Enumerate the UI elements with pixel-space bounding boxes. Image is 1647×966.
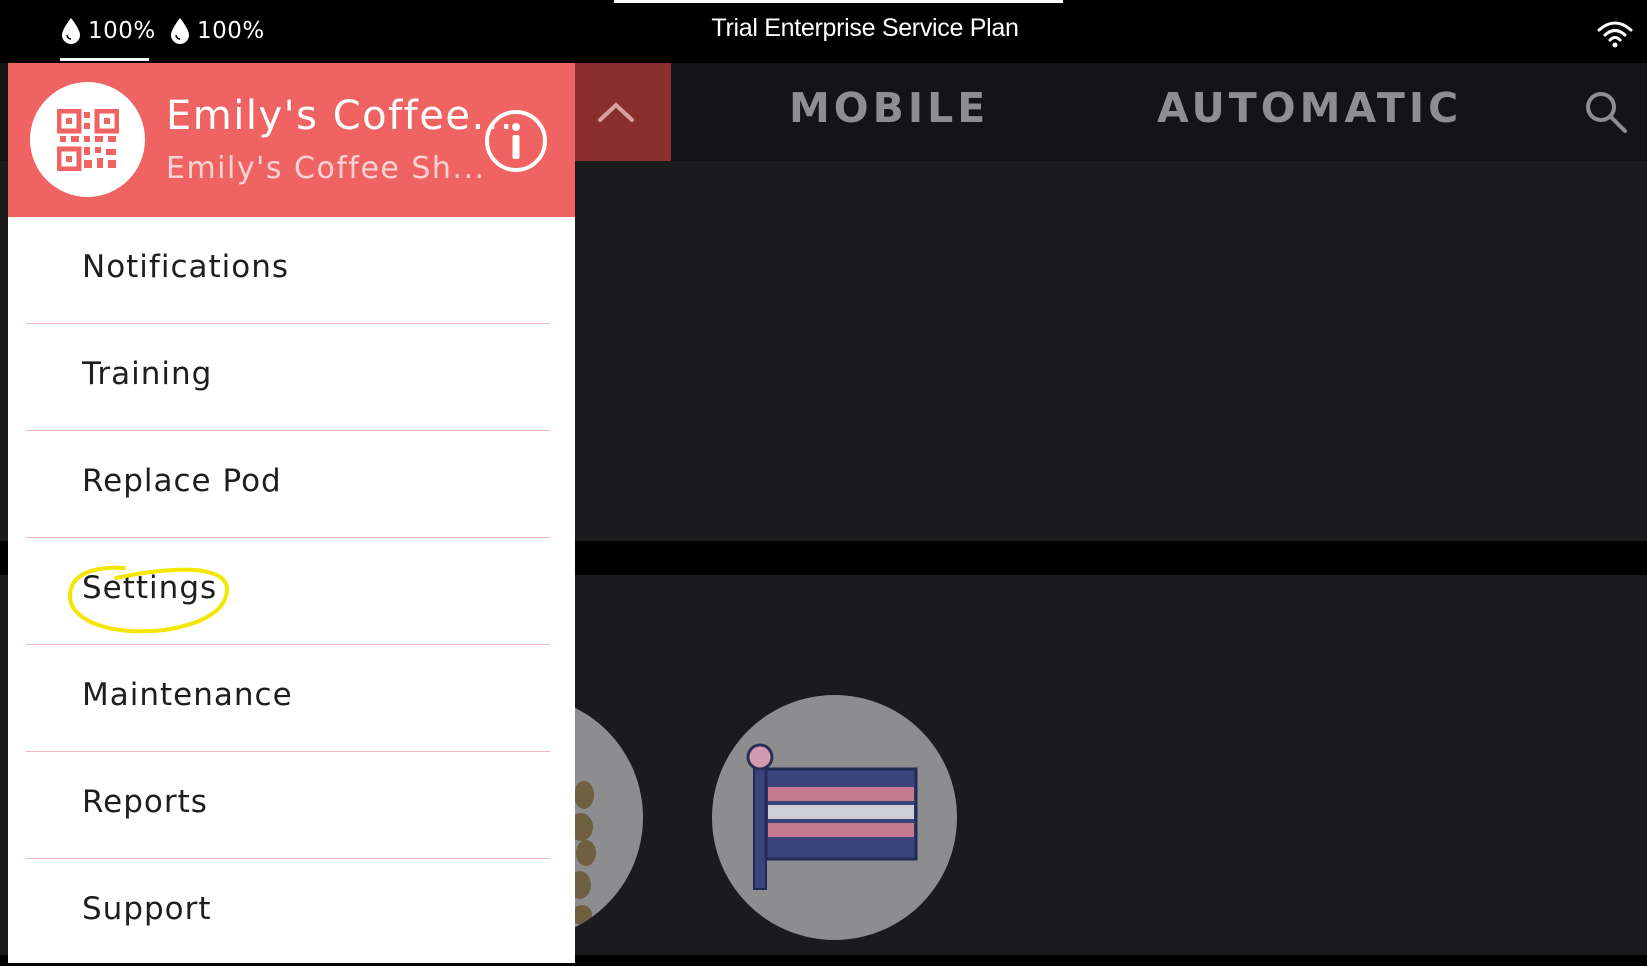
menu-item-label: Settings	[82, 570, 218, 606]
water-drop-icon	[171, 18, 189, 44]
fill-level-2[interactable]: 100%	[169, 16, 265, 46]
menu-item-maintenance[interactable]: Maintenance	[8, 645, 575, 752]
qr-code-icon	[56, 108, 119, 171]
menu-item-replace-pod[interactable]: Replace Pod	[8, 431, 575, 538]
drink-tile[interactable]	[712, 695, 957, 940]
wifi-icon	[1597, 21, 1633, 48]
menu-item-label: Reports	[82, 784, 208, 820]
menu-item-training[interactable]: Training	[8, 324, 575, 431]
account-name: Emily's Coffee...	[166, 93, 515, 139]
avatar	[30, 82, 145, 197]
info-icon[interactable]	[483, 108, 549, 174]
menu-item-label: Replace Pod	[82, 463, 282, 499]
flag-icon	[746, 743, 918, 890]
status-bar: 100% 100% Trial Enterprise Service Plan	[0, 0, 1647, 63]
account-header[interactable]: Emily's Coffee... Emily's Coffee Sh...	[8, 63, 575, 217]
selected-indicator	[60, 58, 149, 61]
menu-item-reports[interactable]: Reports	[8, 752, 575, 859]
fill-level-value: 100%	[197, 18, 265, 44]
menu-item-label: Support	[82, 891, 212, 927]
plan-title: Trial Enterprise Service Plan	[711, 14, 1019, 42]
menu-item-label: Notifications	[82, 249, 290, 285]
menu-item-label: Training	[82, 356, 213, 392]
tab-automatic[interactable]: AUTOMATIC	[1157, 84, 1462, 132]
collapse-tab[interactable]	[560, 63, 671, 161]
status-indicator-line	[614, 0, 1063, 3]
menu-item-label: Maintenance	[82, 677, 293, 713]
water-drop-icon	[62, 18, 80, 44]
side-drawer: Emily's Coffee... Emily's Coffee Sh... N…	[8, 63, 575, 963]
search-icon[interactable]	[1583, 89, 1629, 135]
menu-item-settings[interactable]: Settings	[8, 538, 575, 645]
fill-level-1[interactable]: 100%	[60, 16, 156, 46]
chevron-up-icon	[597, 102, 634, 122]
fill-level-value: 100%	[88, 18, 156, 44]
menu-item-support[interactable]: Support	[8, 859, 575, 966]
account-subtitle: Emily's Coffee Sh...	[166, 151, 486, 186]
menu-item-notifications[interactable]: Notifications	[8, 217, 575, 324]
tab-mobile[interactable]: MOBILE	[789, 84, 989, 132]
drawer-menu: Notifications Training Replace Pod Setti…	[8, 217, 575, 966]
